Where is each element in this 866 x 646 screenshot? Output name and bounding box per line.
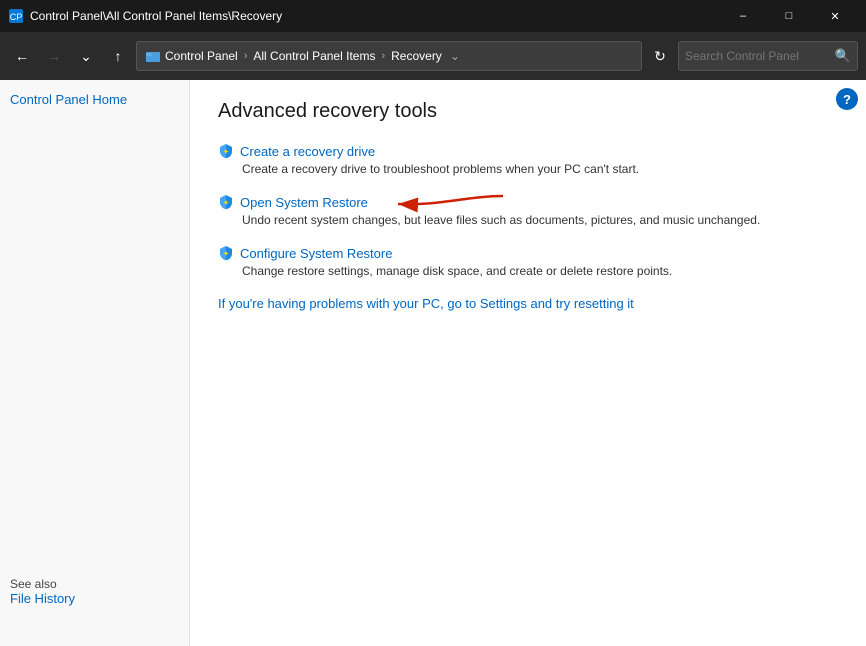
tool-item-open-restore: ✦ Open System Restore Undo recent system… [218,194,838,227]
back-button[interactable]: ← [8,42,36,70]
shield-icon-3: ✦ [218,245,234,261]
reset-settings-link[interactable]: If you're having problems with your PC, … [218,296,838,311]
address-bar: ← → ⌄ ↑ Control Panel › All Control Pane… [0,32,866,80]
minimize-button[interactable]: – [720,0,766,32]
open-system-restore-label: Open System Restore [240,195,368,210]
configure-system-restore-label: Configure System Restore [240,246,392,261]
create-recovery-drive-link[interactable]: ✦ Create a recovery drive [218,143,838,159]
svg-text:✦: ✦ [223,148,229,156]
configure-system-restore-link[interactable]: ✦ Configure System Restore [218,245,838,261]
refresh-button[interactable]: ↻ [646,42,674,70]
path-segment-3: Recovery [391,49,442,63]
path-dropdown-icon: ⌄ [450,49,460,63]
close-button[interactable]: ✕ [812,0,858,32]
sidebar: Control Panel Home See also File History [0,80,190,646]
sidebar-home-link[interactable]: Control Panel Home [10,92,179,107]
search-box[interactable]: 🔍 [678,41,858,71]
shield-icon-2: ✦ [218,194,234,210]
open-system-restore-link[interactable]: ✦ Open System Restore [218,194,838,210]
up-button[interactable]: ↑ [104,42,132,70]
configure-system-restore-desc: Change restore settings, manage disk spa… [242,264,838,278]
file-history-link[interactable]: File History [10,591,75,606]
folder-icon [145,48,161,64]
window-controls: – □ ✕ [720,0,858,32]
content-area: ? Advanced recovery tools ✦ Create a rec… [190,80,866,646]
search-icon: 🔍 [835,48,851,64]
address-path-bar[interactable]: Control Panel › All Control Panel Items … [136,41,642,71]
tool-item-create-recovery: ✦ Create a recovery drive Create a recov… [218,143,838,176]
window-title: Control Panel\All Control Panel Items\Re… [30,9,720,23]
open-system-restore-desc: Undo recent system changes, but leave fi… [242,213,838,227]
title-bar: CP Control Panel\All Control Panel Items… [0,0,866,32]
path-segment-1: Control Panel [165,49,238,63]
app-icon: CP [8,8,24,24]
search-input[interactable] [685,49,831,63]
create-recovery-drive-desc: Create a recovery drive to troubleshoot … [242,162,838,176]
svg-text:✦: ✦ [223,250,229,258]
shield-icon-1: ✦ [218,143,234,159]
create-recovery-drive-label: Create a recovery drive [240,144,375,159]
tool-item-configure-restore: ✦ Configure System Restore Change restor… [218,245,838,278]
recent-locations-button[interactable]: ⌄ [72,42,100,70]
see-also-label: See also [10,569,75,591]
main-layout: Control Panel Home See also File History… [0,80,866,646]
path-segment-2: All Control Panel Items [253,49,375,63]
forward-button[interactable]: → [40,42,68,70]
svg-text:CP: CP [10,12,23,22]
page-title: Advanced recovery tools [218,100,838,123]
help-button[interactable]: ? [836,88,858,110]
svg-text:✦: ✦ [223,199,229,207]
maximize-button[interactable]: □ [766,0,812,32]
